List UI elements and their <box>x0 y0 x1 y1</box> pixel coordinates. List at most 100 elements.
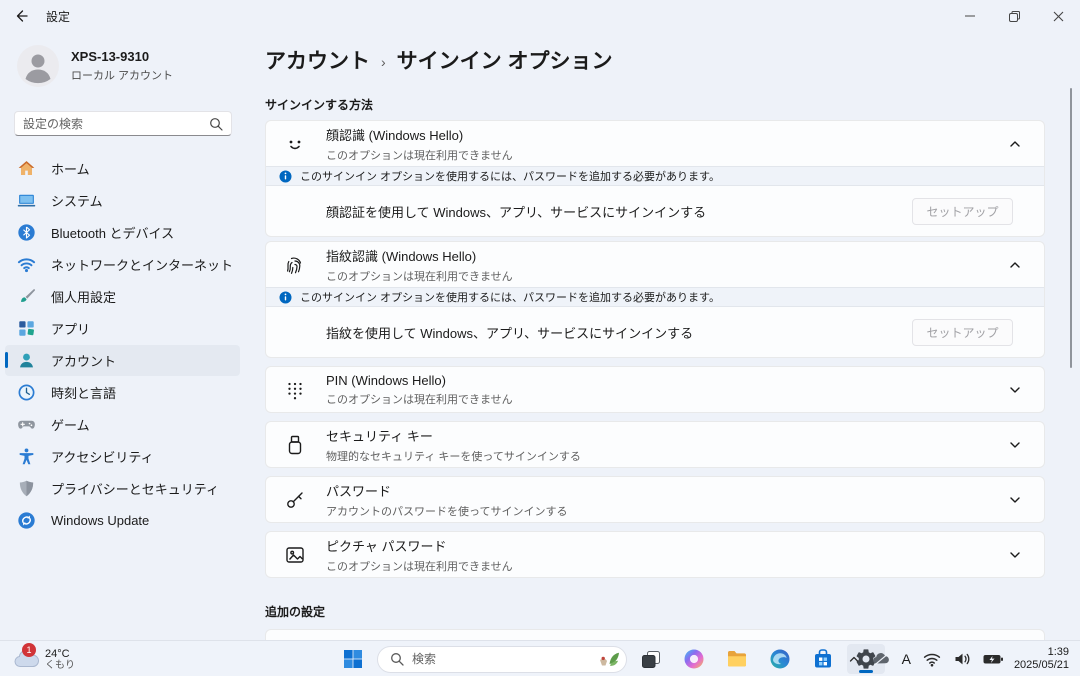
close-button[interactable] <box>1036 0 1080 32</box>
info-icon <box>279 170 292 183</box>
microsoft-store-button[interactable] <box>804 644 842 674</box>
taskbar-search-input[interactable] <box>412 652 589 666</box>
onedrive-cloud-icon <box>871 649 891 669</box>
sidebar-item-label: Windows Update <box>51 513 149 528</box>
back-arrow-icon <box>13 8 29 24</box>
battery-icon <box>982 649 1004 669</box>
sidebar-item-apps[interactable]: アプリ <box>5 313 240 344</box>
collapse-button[interactable] <box>1000 250 1030 280</box>
volume-button[interactable] <box>947 645 977 673</box>
sidebar-item-label: Bluetooth とデバイス <box>51 223 174 242</box>
sidebar-item-bluetooth-devices[interactable]: Bluetooth とデバイス <box>5 217 240 248</box>
info-icon <box>279 291 292 304</box>
sidebar-item-personalization[interactable]: 個人用設定 <box>5 281 240 312</box>
fingerprint-setup-button[interactable]: セットアップ <box>912 319 1013 346</box>
widgets-weather-button[interactable]: 1 24°C くもり <box>9 644 79 674</box>
speaker-icon <box>952 649 972 669</box>
taskbar-search-box[interactable] <box>377 646 627 673</box>
face-recognition-setup-row: 顔認証を使用して Windows、アプリ、サービスにサインインする セットアップ <box>266 186 1044 236</box>
clock[interactable]: 1:39 2025/05/21 <box>1014 646 1069 672</box>
minimize-button[interactable] <box>948 0 992 32</box>
task-view-button[interactable] <box>632 644 670 674</box>
sidebar-item-label: アプリ <box>51 319 90 338</box>
face-icon <box>283 132 307 156</box>
picture-icon <box>283 543 307 567</box>
expand-button[interactable] <box>1000 540 1030 570</box>
breadcrumb-section[interactable]: アカウント <box>265 45 370 75</box>
sidebar-item-label: ホーム <box>51 159 90 178</box>
sidebar-item-gaming[interactable]: ゲーム <box>5 409 240 440</box>
card-pin: PIN (Windows Hello) このオプションは現在利用できません <box>265 366 1045 413</box>
option-title: ピクチャ パスワード <box>326 536 981 555</box>
fingerprint-header[interactable]: 指紋認識 (Windows Hello) このオプションは現在利用できません <box>266 242 1044 287</box>
edge-browser-button[interactable] <box>761 644 799 674</box>
file-explorer-button[interactable] <box>718 644 756 674</box>
battery-button[interactable] <box>977 645 1009 673</box>
security-key-header[interactable]: セキュリティ キー 物理的なセキュリティ キーを使ってサインインする <box>266 422 1044 467</box>
copilot-button[interactable] <box>675 644 713 674</box>
scrollbar[interactable] <box>1070 88 1072 368</box>
wifi-status-button[interactable] <box>917 645 947 673</box>
sidebar-item-time-language[interactable]: 時刻と言語 <box>5 377 240 408</box>
minimize-icon <box>965 11 975 21</box>
weather-temp: 24°C <box>45 648 75 660</box>
key-icon <box>283 488 307 512</box>
user-account-block[interactable]: XPS-13-9310 ローカル アカウント <box>17 45 173 87</box>
tray-time: 1:39 <box>1014 646 1069 659</box>
sidebar-item-privacy-security[interactable]: プライバシーとセキュリティ <box>5 473 240 504</box>
picture-password-header[interactable]: ピクチャ パスワード このオプションは現在利用できません <box>266 532 1044 577</box>
store-icon <box>811 647 835 671</box>
sidebar-item-windows-update[interactable]: Windows Update <box>5 505 240 536</box>
option-subtitle: 物理的なセキュリティ キーを使ってサインインする <box>326 448 981 464</box>
onedrive-button[interactable] <box>866 645 896 673</box>
task-view-icon <box>639 647 663 671</box>
expand-button[interactable] <box>1000 485 1030 515</box>
security-key-icon <box>283 433 307 457</box>
settings-search[interactable] <box>14 111 232 136</box>
option-subtitle: このオプションは現在利用できません <box>326 268 981 284</box>
face-setup-button[interactable]: セットアップ <box>912 198 1013 225</box>
restore-icon <box>1009 11 1020 22</box>
collapse-button[interactable] <box>1000 129 1030 159</box>
card-fingerprint: 指紋認識 (Windows Hello) このオプションは現在利用できません こ… <box>265 241 1045 358</box>
back-button[interactable] <box>2 0 40 32</box>
sidebar-item-network-internet[interactable]: ネットワークとインターネット <box>5 249 240 280</box>
sidebar-item-accessibility[interactable]: アクセシビリティ <box>5 441 240 472</box>
wifi-icon <box>922 649 942 669</box>
option-subtitle: アカウントのパスワードを使ってサインインする <box>326 503 981 519</box>
signin-options-list: 顔認識 (Windows Hello) このオプションは現在利用できません この… <box>265 120 1045 578</box>
search-highlight-image[interactable] <box>597 649 621 669</box>
pin-header[interactable]: PIN (Windows Hello) このオプションは現在利用できません <box>266 367 1044 412</box>
face-recognition-header[interactable]: 顔認識 (Windows Hello) このオプションは現在利用できません <box>266 121 1044 166</box>
sidebar-item-label: 個人用設定 <box>51 287 116 306</box>
tray-overflow-button[interactable] <box>842 645 866 673</box>
option-title: パスワード <box>326 481 981 500</box>
face-recognition-info-bar: このサインイン オプションを使用するには、パスワードを追加する必要があります。 <box>266 166 1044 186</box>
paintbrush-icon <box>17 287 36 306</box>
user-account-type: ローカル アカウント <box>71 67 173 83</box>
option-title: セキュリティ キー <box>326 426 981 445</box>
additional-settings-card-clipped[interactable] <box>265 629 1045 640</box>
section-title-additional: 追加の設定 <box>265 603 1045 620</box>
fingerprint-icon <box>283 253 307 277</box>
option-subtitle: このオプションは現在利用できません <box>326 558 981 574</box>
card-picture-password: ピクチャ パスワード このオプションは現在利用できません <box>265 531 1045 578</box>
sidebar-item-home[interactable]: ホーム <box>5 153 240 184</box>
user-name: XPS-13-9310 <box>71 49 173 64</box>
start-button[interactable] <box>334 644 372 674</box>
expand-button[interactable] <box>1000 375 1030 405</box>
settings-search-input[interactable] <box>23 117 209 131</box>
password-header[interactable]: パスワード アカウントのパスワードを使ってサインインする <box>266 477 1044 522</box>
section-title-signin-methods: サインインする方法 <box>265 96 1045 113</box>
expand-button[interactable] <box>1000 430 1030 460</box>
search-icon <box>390 652 404 666</box>
sidebar-item-accounts[interactable]: アカウント <box>5 345 240 376</box>
accessibility-icon <box>17 447 36 466</box>
restore-button[interactable] <box>992 0 1036 32</box>
sidebar-item-label: アカウント <box>51 351 116 370</box>
breadcrumb-separator: › <box>381 51 386 70</box>
info-text: このサインイン オプションを使用するには、パスワードを追加する必要があります。 <box>300 289 720 305</box>
cloud-weather-icon: 1 <box>13 647 40 671</box>
ime-indicator[interactable]: A <box>896 645 917 673</box>
sidebar-item-system[interactable]: システム <box>5 185 240 216</box>
